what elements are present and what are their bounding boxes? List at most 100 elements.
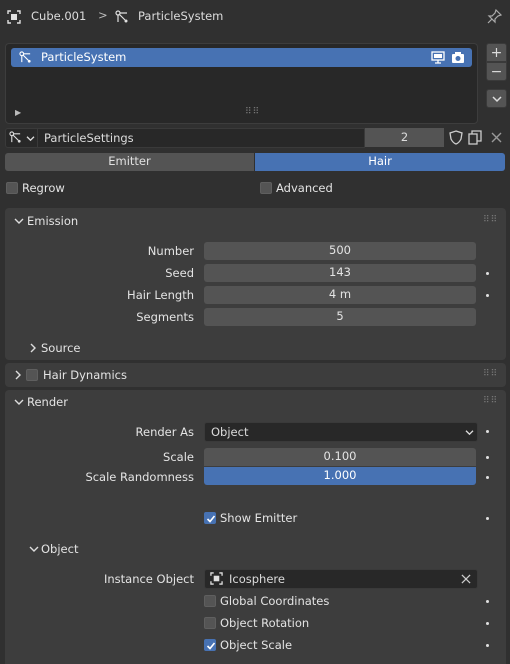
regrow-checkbox[interactable]	[6, 182, 18, 194]
drag-handle-icon[interactable]: ⠿⠿	[483, 216, 498, 225]
breadcrumb-separator: >	[98, 8, 108, 22]
add-slot-button[interactable]: +	[486, 43, 507, 62]
tab-emitter-label: Emitter	[108, 154, 151, 169]
keyframe-dot[interactable]	[486, 272, 489, 275]
hair-length-label: Hair Length	[127, 288, 194, 302]
list-item[interactable]: ParticleSystem	[11, 48, 472, 67]
global-coordinates-label: Global Coordinates	[220, 594, 330, 608]
render-as-value: Object	[211, 425, 249, 439]
keyframe-dot[interactable]	[486, 476, 489, 479]
add-label: +	[490, 44, 503, 61]
regrow-label: Regrow	[22, 181, 65, 195]
duplicate-icon[interactable]	[468, 130, 482, 145]
number-label: Number	[147, 244, 194, 258]
object-icon	[7, 10, 21, 24]
remove-slot-button[interactable]: −	[486, 62, 507, 81]
fake-user-shield-icon[interactable]	[449, 130, 463, 145]
particles-icon	[9, 131, 22, 144]
pin-icon[interactable]	[487, 9, 502, 24]
keyframe-dot[interactable]	[486, 517, 489, 520]
hair-dynamics-panel[interactable]: Hair Dynamics ⠿⠿	[5, 363, 506, 387]
resize-grip-icon[interactable]: ⠿⠿	[245, 108, 260, 117]
settings-name-field[interactable]: ParticleSettings	[37, 128, 365, 148]
tab-hair-label: Hair	[368, 154, 392, 169]
chevron-down-icon	[14, 399, 24, 406]
keyframe-dot[interactable]	[486, 622, 489, 625]
show-emitter-label: Show Emitter	[220, 511, 298, 525]
chevron-down-icon	[465, 429, 474, 436]
breadcrumb-object: Cube.001	[31, 9, 87, 23]
object-scale-checkbox[interactable]	[204, 639, 216, 651]
instance-object-value: Icosphere	[229, 572, 285, 586]
object-scale-label: Object Scale	[220, 638, 293, 652]
segments-field[interactable]: 5	[204, 308, 476, 326]
camera-icon[interactable]	[451, 51, 465, 64]
particles-icon	[115, 10, 129, 24]
chevron-down-icon	[491, 95, 502, 102]
render-panel-header[interactable]: Render ⠿⠿	[5, 390, 506, 414]
chevron-down-icon	[14, 218, 24, 225]
settings-browse-button[interactable]	[5, 128, 39, 148]
keyframe-dot[interactable]	[486, 294, 489, 297]
seed-field[interactable]: 143	[204, 264, 476, 282]
list-item-label: ParticleSystem	[41, 50, 127, 64]
object-rotation-checkbox[interactable]	[204, 617, 216, 629]
emission-panel-header[interactable]: Emission ⠿⠿	[5, 208, 506, 234]
hair-dynamics-checkbox[interactable]	[26, 369, 38, 381]
tab-emitter[interactable]: Emitter	[5, 153, 254, 171]
unlink-close-icon[interactable]	[491, 132, 502, 143]
keyframe-dot[interactable]	[486, 600, 489, 603]
monitor-icon[interactable]	[431, 51, 445, 64]
instance-object-label: Instance Object	[103, 572, 194, 586]
emission-title: Emission	[27, 214, 79, 228]
particles-icon	[19, 51, 32, 64]
hair-length-field[interactable]: 4 m	[204, 286, 476, 304]
checkmark-icon	[206, 515, 216, 523]
specials-menu-button[interactable]	[486, 89, 507, 108]
users-count-button[interactable]: 2	[365, 128, 444, 147]
render-title: Render	[27, 395, 68, 409]
users-count: 2	[400, 129, 409, 144]
scale-randomness-label: Scale Randomness	[85, 470, 194, 484]
settings-name: ParticleSettings	[44, 131, 134, 145]
source-title: Source	[41, 341, 81, 355]
seed-value: 143	[329, 265, 351, 280]
render-as-dropdown[interactable]: Object	[204, 422, 478, 442]
chevron-down-icon	[26, 135, 35, 142]
expand-arrow-icon[interactable]: ▶	[15, 109, 21, 117]
advanced-checkbox[interactable]	[260, 182, 272, 194]
checkmark-icon	[206, 642, 216, 650]
scale-randomness-value: 1.000	[323, 468, 357, 483]
drag-handle-icon[interactable]: ⠿⠿	[483, 370, 498, 379]
advanced-label: Advanced	[276, 181, 333, 195]
hair-length-value: 4 m	[328, 287, 352, 302]
segments-value: 5	[336, 309, 344, 324]
object-rotation-label: Object Rotation	[220, 616, 310, 630]
number-value: 500	[329, 243, 351, 258]
keyframe-dot[interactable]	[486, 430, 489, 433]
chevron-down-icon	[29, 546, 39, 553]
segments-label: Segments	[136, 310, 194, 324]
chevron-right-icon	[15, 370, 22, 380]
object-subpanel-header[interactable]: Object	[25, 538, 225, 558]
breadcrumb-particle-system: ParticleSystem	[138, 9, 224, 23]
instance-object-field[interactable]: Icosphere	[204, 569, 478, 589]
scale-randomness-field[interactable]: 1.000	[204, 467, 476, 485]
source-subpanel-header[interactable]: Source	[25, 338, 225, 358]
keyframe-dot[interactable]	[486, 456, 489, 459]
show-emitter-checkbox[interactable]	[204, 512, 216, 524]
drag-handle-icon[interactable]: ⠿⠿	[483, 397, 498, 406]
keyframe-dot[interactable]	[486, 644, 489, 647]
scale-value: 0.100	[323, 449, 357, 464]
chevron-right-icon	[30, 343, 37, 353]
render-as-label: Render As	[135, 425, 194, 439]
object-subpanel-title: Object	[41, 542, 79, 556]
tab-hair[interactable]: Hair	[255, 153, 505, 171]
scale-label: Scale	[163, 450, 194, 464]
scale-field[interactable]: 0.100	[204, 448, 476, 466]
global-coordinates-checkbox[interactable]	[204, 595, 216, 607]
object-icon	[210, 572, 223, 585]
remove-label: −	[490, 63, 503, 80]
clear-close-icon[interactable]	[461, 574, 471, 584]
number-field[interactable]: 500	[204, 242, 476, 260]
